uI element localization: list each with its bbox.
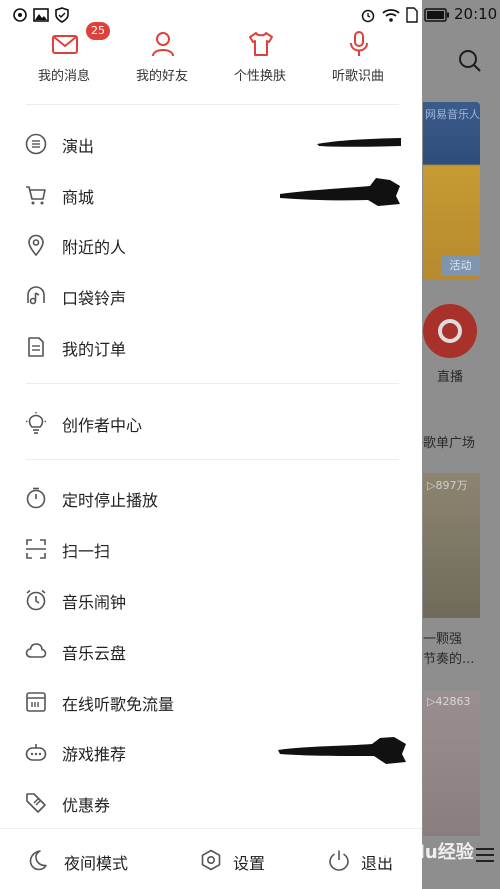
- gallery-icon: [33, 8, 49, 22]
- coupon-icon: [26, 793, 46, 813]
- bulb-icon: [26, 412, 46, 434]
- moon-icon: [29, 850, 47, 871]
- watermark: Baidu经验: [380, 842, 474, 863]
- ticket-icon: [25, 133, 47, 155]
- order-icon: [28, 337, 44, 357]
- gamepad-icon: [25, 744, 47, 761]
- drawer-bottom-bar: 夜间模式 设置 退出: [0, 828, 422, 889]
- menu-label: 音乐云盘: [62, 644, 127, 663]
- battery-icon: [424, 8, 449, 22]
- menu-item-store[interactable]: 商城: [0, 174, 422, 214]
- tile-my-friends[interactable]: 我的好友: [113, 26, 211, 92]
- side-drawer: 25 我的消息 我的好友 个性换肤 听歌识曲 演出 商城 附近的人 口袋铃声 我…: [0, 0, 422, 889]
- playlist-section-title: 歌单广场: [423, 436, 476, 451]
- menu-label: 创作者中心: [62, 416, 143, 435]
- shield-icon: [55, 7, 69, 23]
- playlist-title-line[interactable]: 一颗强: [423, 628, 462, 647]
- timer-icon: [26, 487, 46, 509]
- redaction-scribble: [278, 737, 406, 764]
- ringtone-icon: [27, 286, 45, 305]
- menu-item-nearby-people[interactable]: 附近的人: [0, 224, 422, 264]
- menu-item-cloud-drive[interactable]: 音乐云盘: [0, 630, 422, 670]
- playlist-card-cover[interactable]: [423, 473, 480, 618]
- menu-label: 定时停止播放: [62, 491, 159, 510]
- menu-label: 音乐闹钟: [62, 593, 127, 612]
- live-icon-inner: [438, 319, 462, 343]
- menu-label: 附近的人: [62, 238, 127, 257]
- scan-icon: [26, 539, 46, 559]
- gear-icon: [201, 849, 221, 871]
- playlist-card-cover[interactable]: [423, 691, 480, 836]
- tile-label: 我的消息: [37, 69, 90, 84]
- menu-item-free-data[interactable]: 在线听歌免流量: [0, 681, 422, 721]
- menu-label: 演出: [62, 137, 95, 156]
- menu-item-my-orders[interactable]: 我的订单: [0, 326, 422, 366]
- menu-item-pocket-ringtone[interactable]: 口袋铃声: [0, 275, 422, 315]
- alarm-icon: [26, 589, 46, 611]
- status-time: 20:10: [454, 5, 498, 23]
- person-icon: [152, 32, 174, 57]
- location-icon: [28, 234, 44, 256]
- divider: [26, 383, 399, 384]
- power-icon: [329, 850, 349, 871]
- menu-item-sleep-timer[interactable]: 定时停止播放: [0, 477, 422, 517]
- banner-badge: 活动: [441, 256, 480, 276]
- tile-label: 个性换肤: [233, 69, 286, 84]
- playlist-title-line[interactable]: 节奏的...: [423, 648, 474, 667]
- banner-image[interactable]: [423, 102, 480, 279]
- night-mode-button[interactable]: 夜间模式: [0, 829, 160, 889]
- menu-item-game-recommend[interactable]: 游戏推荐: [0, 731, 422, 771]
- settings-button[interactable]: 设置: [190, 829, 300, 889]
- menu-label: 扫一扫: [62, 542, 111, 561]
- menu-label: 在线听歌免流量: [62, 695, 175, 714]
- divider: [26, 459, 399, 460]
- cloud-icon: [25, 643, 47, 658]
- cart-icon: [26, 186, 46, 205]
- playlist-play-count: ▷897万: [427, 479, 468, 492]
- menu-label: 我的订单: [62, 340, 127, 359]
- message-count-badge: 25: [86, 22, 110, 40]
- wifi-icon: [382, 9, 400, 22]
- hamburger-icon[interactable]: [476, 848, 494, 862]
- tile-personal-skin[interactable]: 个性换肤: [211, 26, 309, 92]
- microphone-icon: [350, 31, 368, 56]
- night-mode-label: 夜间模式: [64, 854, 129, 873]
- divider: [26, 104, 399, 105]
- menu-item-creator-center[interactable]: 创作者中心: [0, 402, 422, 442]
- menu-item-scan[interactable]: 扫一扫: [0, 528, 422, 568]
- quick-actions: 25 我的消息 我的好友 个性换肤 听歌识曲: [0, 22, 422, 92]
- tshirt-icon: [249, 32, 273, 56]
- sync-icon: [13, 8, 27, 22]
- menu-item-shows[interactable]: 演出: [0, 123, 422, 163]
- sim-icon: [26, 692, 46, 712]
- tile-my-messages[interactable]: 25 我的消息: [15, 22, 113, 92]
- tile-label: 听歌识曲: [331, 69, 384, 84]
- menu-item-music-alarm[interactable]: 音乐闹钟: [0, 579, 422, 619]
- tile-label: 我的好友: [135, 69, 188, 84]
- mail-icon: [52, 35, 78, 54]
- settings-label: 设置: [233, 854, 266, 873]
- menu-item-coupons[interactable]: 优惠券: [0, 782, 422, 822]
- alarm-clock-icon: [361, 9, 375, 23]
- menu-label: 优惠券: [62, 796, 111, 815]
- banner-text: 网易音乐人: [425, 108, 480, 121]
- playlist-play-count: ▷42863: [427, 695, 471, 708]
- sim-card-icon: [406, 7, 418, 23]
- redaction-scribble: [317, 138, 401, 147]
- live-label[interactable]: 直播: [437, 366, 463, 385]
- menu-label: 口袋铃声: [62, 289, 127, 308]
- tile-song-recognition[interactable]: 听歌识曲: [309, 26, 407, 92]
- search-icon[interactable]: [457, 48, 483, 74]
- status-bar-right: 20:10: [360, 0, 500, 30]
- menu-label: 游戏推荐: [62, 745, 127, 764]
- menu-label: 商城: [62, 188, 95, 207]
- redaction-scribble: [280, 178, 400, 206]
